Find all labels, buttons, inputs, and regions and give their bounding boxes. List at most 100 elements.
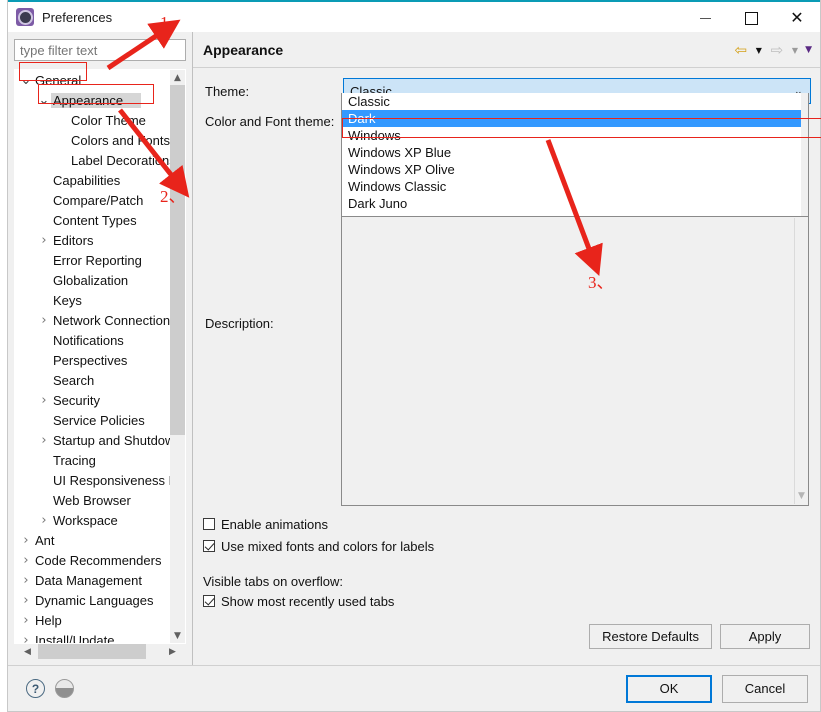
- sidebar-item-label: Data Management: [35, 572, 142, 588]
- ok-button[interactable]: OK: [626, 674, 712, 703]
- chevron-right-icon[interactable]: ›: [37, 233, 51, 248]
- tree-scroll-thumb[interactable]: [170, 85, 185, 435]
- sidebar-item-color-theme[interactable]: Color Theme: [15, 110, 170, 130]
- sidebar-item-appearance[interactable]: ⌄ Appearance: [15, 90, 170, 110]
- forward-arrow-icon[interactable]: ⇨: [767, 40, 787, 60]
- scroll-right-icon[interactable]: ▶: [165, 644, 180, 659]
- scroll-down-icon[interactable]: ▼: [170, 628, 185, 643]
- sidebar-item-label-decorations[interactable]: Label Decorations: [15, 150, 170, 170]
- sidebar-item-ant[interactable]: › Ant: [15, 530, 170, 550]
- sidebar-item-label: Ant: [35, 532, 55, 548]
- tree-horizontal-scrollbar[interactable]: ◀ ▶: [20, 644, 180, 659]
- sidebar-item-search[interactable]: Search: [15, 370, 170, 390]
- chevron-down-icon[interactable]: ⌄: [19, 73, 33, 88]
- sidebar-item-workspace[interactable]: › Workspace: [15, 510, 170, 530]
- tree-vertical-scrollbar[interactable]: ▲ ▼: [170, 70, 185, 643]
- help-icon[interactable]: ?: [26, 679, 45, 698]
- chevron-right-icon[interactable]: ›: [19, 533, 33, 548]
- back-menu-chevron-down-icon[interactable]: ▼: [754, 46, 764, 55]
- description-scrollbar[interactable]: ▼: [794, 218, 807, 504]
- scroll-down-icon[interactable]: ▼: [795, 489, 808, 502]
- theme-option-classic[interactable]: Classic: [342, 93, 808, 110]
- chevron-right-icon[interactable]: ›: [19, 633, 33, 644]
- sidebar-item-network-connections[interactable]: › Network Connections: [15, 310, 170, 330]
- sidebar-item-capabilities[interactable]: Capabilities: [15, 170, 170, 190]
- apply-button[interactable]: Apply: [720, 624, 810, 649]
- page-buttons: Restore Defaults Apply: [589, 624, 810, 649]
- maximize-icon[interactable]: [728, 2, 774, 34]
- mixed-fonts-row[interactable]: Use mixed fonts and colors for labels: [203, 536, 434, 556]
- color-font-theme-label: Color and Font theme:: [205, 113, 335, 129]
- chevron-right-icon[interactable]: ›: [37, 393, 51, 408]
- sidebar-item-notifications[interactable]: Notifications: [15, 330, 170, 350]
- close-icon[interactable]: ✕: [774, 2, 820, 34]
- search-input[interactable]: [14, 39, 186, 61]
- chevron-right-icon[interactable]: ›: [19, 613, 33, 628]
- sidebar-item-globalization[interactable]: Globalization: [15, 270, 170, 290]
- sidebar-item-code-recommenders[interactable]: › Code Recommenders: [15, 550, 170, 570]
- sidebar-item-keys[interactable]: Keys: [15, 290, 170, 310]
- theme-option-windows-xp-olive[interactable]: Windows XP Olive: [342, 161, 808, 178]
- view-menu-chevron-down-icon[interactable]: ▼: [803, 45, 814, 55]
- window-controls: ✕: [682, 2, 820, 34]
- enable-animations-checkbox[interactable]: [203, 518, 215, 530]
- theme-dropdown-list[interactable]: Classic Dark Windows Windows XP Blue Windows…: [341, 93, 809, 217]
- sidebar-item-content-types[interactable]: Content Types: [15, 210, 170, 230]
- sidebar-item-label: Compare/Patch: [53, 192, 144, 208]
- enable-animations-row[interactable]: Enable animations: [203, 514, 434, 534]
- sidebar-item-service-policies[interactable]: Service Policies: [15, 410, 170, 430]
- sidebar-item-error-reporting[interactable]: Error Reporting: [15, 250, 170, 270]
- theme-label: Theme:: [205, 83, 250, 99]
- sidebar-item-web-browser[interactable]: Web Browser: [15, 490, 170, 510]
- sidebar-item-general[interactable]: ⌄ General: [15, 70, 170, 90]
- chevron-down-icon[interactable]: ⌄: [37, 93, 51, 108]
- sidebar-item-tracing[interactable]: Tracing: [15, 450, 170, 470]
- sidebar-item-security[interactable]: › Security: [15, 390, 170, 410]
- chevron-right-icon[interactable]: ›: [37, 313, 51, 328]
- status-circle-icon[interactable]: [55, 679, 74, 698]
- sidebar-item-dynamic-languages[interactable]: › Dynamic Languages: [15, 590, 170, 610]
- dialog-actions: OK Cancel: [626, 674, 808, 703]
- dropdown-scrollbar[interactable]: [801, 93, 808, 216]
- sidebar-item-ui-responsiveness-monitoring[interactable]: UI Responsiveness Monitoring: [15, 470, 170, 490]
- sidebar-item-editors[interactable]: › Editors: [15, 230, 170, 250]
- sidebar-item-perspectives[interactable]: Perspectives: [15, 350, 170, 370]
- sidebar-item-label: Appearance: [51, 92, 142, 108]
- minimize-icon[interactable]: [682, 2, 728, 34]
- sidebar-item-colors-and-fonts[interactable]: Colors and Fonts: [15, 130, 170, 150]
- restore-defaults-button[interactable]: Restore Defaults: [589, 624, 712, 649]
- forward-menu-chevron-down-icon[interactable]: ▼: [790, 46, 800, 55]
- chevron-right-icon[interactable]: ›: [19, 593, 33, 608]
- mixed-fonts-checkbox[interactable]: [203, 540, 215, 552]
- dialog-titlebar: Preferences ✕: [8, 0, 820, 32]
- theme-option-dark[interactable]: Dark: [342, 110, 808, 127]
- theme-option-windows-classic[interactable]: Windows Classic: [342, 178, 808, 195]
- sidebar-item-help[interactable]: › Help: [15, 610, 170, 630]
- sidebar-item-label: Service Policies: [53, 412, 145, 428]
- preferences-tree[interactable]: ⌄ General ⌄ Appearance Color Theme Colors and…: [14, 69, 186, 644]
- sidebar-item-label: General: [35, 72, 82, 88]
- mru-tabs-row[interactable]: Show most recently used tabs: [203, 591, 434, 611]
- sidebar-item-label: Colors and Fonts: [71, 132, 170, 148]
- sidebar-item-startup-and-shutdown[interactable]: › Startup and Shutdown: [15, 430, 170, 450]
- chevron-right-icon[interactable]: ›: [37, 433, 51, 448]
- sidebar-item-compare-patch[interactable]: Compare/Patch: [15, 190, 170, 210]
- chevron-right-icon[interactable]: ›: [37, 513, 51, 528]
- sidebar-item-label: Code Recommenders: [35, 552, 162, 568]
- chevron-right-icon[interactable]: ›: [19, 573, 33, 588]
- theme-option-windows-xp-blue[interactable]: Windows XP Blue: [342, 144, 808, 161]
- preferences-tree-list[interactable]: ⌄ General ⌄ Appearance Color Theme Colors and…: [15, 70, 170, 644]
- mru-tabs-checkbox[interactable]: [203, 595, 215, 607]
- scroll-up-icon[interactable]: ▲: [170, 70, 185, 85]
- chevron-right-icon[interactable]: ›: [19, 553, 33, 568]
- back-arrow-icon[interactable]: ⇦: [731, 40, 751, 60]
- sidebar-item-install-update[interactable]: › Install/Update: [15, 630, 170, 644]
- theme-option-windows[interactable]: Windows: [342, 127, 808, 144]
- theme-option-dark-juno[interactable]: Dark Juno: [342, 195, 808, 212]
- cancel-button[interactable]: Cancel: [722, 674, 808, 703]
- scroll-left-icon[interactable]: ◀: [20, 644, 35, 659]
- sidebar-item-data-management[interactable]: › Data Management: [15, 570, 170, 590]
- tree-hscroll-thumb[interactable]: [38, 644, 146, 659]
- page-content: Theme: Classic ⌄ Color and Font theme: D…: [193, 68, 820, 665]
- description-textarea[interactable]: ▼: [341, 216, 809, 506]
